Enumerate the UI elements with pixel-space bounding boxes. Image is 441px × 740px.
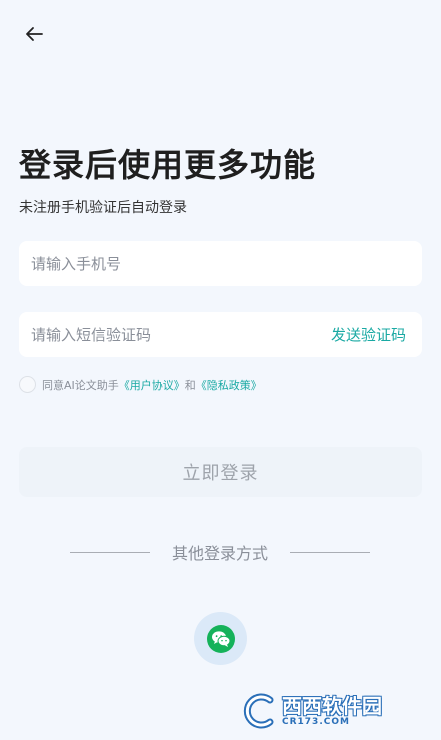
divider-line-right: [289, 551, 370, 553]
divider-line-left: [70, 551, 150, 553]
agreement-and: 和: [184, 378, 196, 392]
login-button[interactable]: 立即登录: [19, 447, 422, 497]
wechat-icon-bg: [206, 624, 235, 653]
arrow-left-icon: [26, 27, 43, 41]
other-login-label: 其他登录方式: [171, 544, 268, 563]
watermark-c-icon: [240, 692, 280, 730]
wechat-icon: [211, 630, 230, 647]
code-field-container: 发送验证码: [19, 312, 422, 357]
privacy-policy-link[interactable]: 《隐私政策》: [196, 377, 262, 393]
other-login-divider: 其他登录方式: [70, 541, 370, 563]
watermark-logo: 西西软件园 CR173.COM: [240, 692, 422, 730]
phone-field-container: [19, 241, 422, 286]
agreement-row: 同意AI论文助手 《用户协议》 和 《隐私政策》: [19, 376, 262, 393]
watermark-main-text: 西西软件园: [282, 694, 382, 718]
agreement-prefix: 同意AI论文助手: [42, 378, 119, 392]
phone-input[interactable]: [31, 254, 410, 273]
back-button[interactable]: [20, 20, 48, 48]
send-code-button[interactable]: 发送验证码: [331, 324, 406, 345]
watermark-sub-text: CR173.COM: [282, 717, 350, 727]
wechat-login-button[interactable]: [194, 612, 247, 665]
page-title: 登录后使用更多功能: [19, 146, 317, 184]
page-subtitle: 未注册手机验证后自动登录: [19, 200, 187, 216]
user-agreement-link[interactable]: 《用户协议》: [119, 377, 185, 393]
sms-code-input[interactable]: [31, 325, 323, 344]
agree-checkbox[interactable]: [19, 376, 36, 393]
